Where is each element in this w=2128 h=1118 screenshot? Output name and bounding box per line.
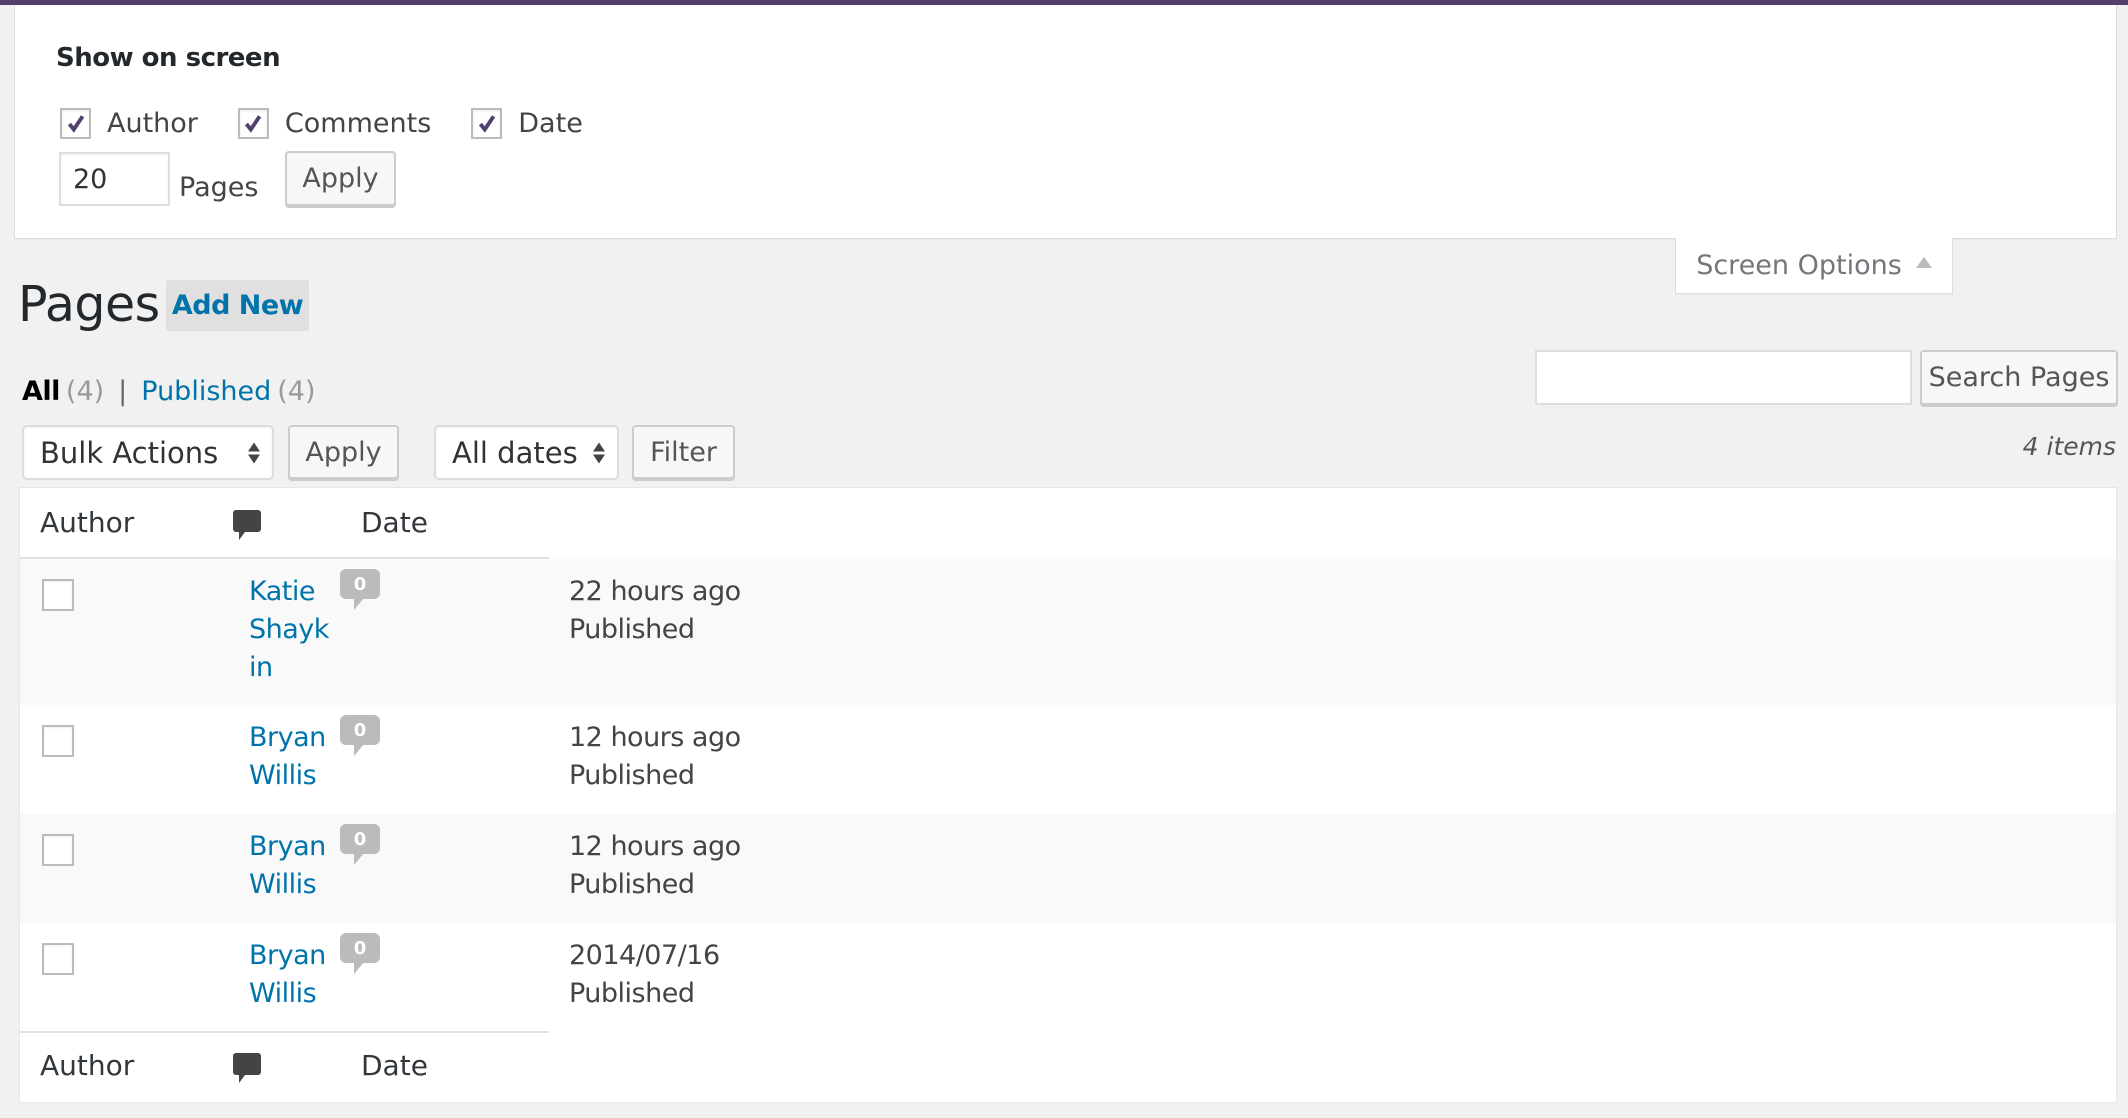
author-checkbox[interactable] — [60, 108, 91, 139]
pages-per-page-input[interactable] — [59, 152, 170, 206]
row-checkbox[interactable] — [42, 834, 74, 866]
pages-table: Author Date Katie Shaykin 0 22 hours ago… — [19, 487, 2117, 1102]
column-header-date[interactable]: Date — [361, 506, 428, 539]
column-footer-author[interactable]: Author — [40, 1049, 134, 1082]
view-all-link[interactable]: All — [22, 376, 60, 407]
view-published-link[interactable]: Published — [141, 376, 271, 407]
comment-bubble-icon[interactable] — [233, 510, 261, 544]
date-cell: 2014/07/16 Published — [569, 937, 720, 1013]
table-row: Bryan Willis 0 12 hours ago Published — [20, 705, 2116, 814]
screen-options-panel: Show on screen Author Comments Date Page… — [14, 5, 2117, 239]
column-footer-date[interactable]: Date — [361, 1049, 428, 1082]
status-value: Published — [569, 760, 695, 791]
screen-options-tab-label: Screen Options — [1696, 250, 1902, 281]
show-on-screen-heading: Show on screen — [56, 43, 281, 73]
comments-checkbox[interactable] — [237, 108, 269, 139]
screen-options-tab[interactable]: Screen Options — [1675, 238, 1953, 294]
comment-count: 0 — [340, 569, 380, 599]
page-title: Pages — [18, 276, 160, 333]
comment-count-bubble[interactable]: 0 — [340, 569, 380, 614]
date-checkbox-label: Date — [518, 108, 583, 139]
date-value: 22 hours ago — [569, 576, 741, 607]
status-value: Published — [569, 869, 695, 900]
date-value: 12 hours ago — [569, 722, 741, 753]
table-header: Author Date — [20, 488, 2116, 559]
screen-options-apply-button[interactable]: Apply — [285, 151, 396, 206]
table-footer: Author Date — [20, 1031, 2116, 1102]
comment-bubble-icon[interactable] — [233, 1053, 261, 1087]
bulk-actions-select[interactable]: Bulk Actions — [22, 425, 274, 480]
table-row: Bryan Willis 0 2014/07/16 Published — [20, 923, 2116, 1031]
status-value: Published — [569, 614, 695, 645]
column-toggle-date[interactable]: Date — [471, 108, 583, 139]
column-toggle-comments[interactable]: Comments — [237, 108, 432, 139]
author-link[interactable]: Bryan Willis — [249, 719, 329, 795]
date-filter-select[interactable]: All dates — [434, 425, 619, 480]
column-toggles: Author Comments Date — [60, 108, 623, 139]
checkmark-icon — [245, 114, 262, 133]
view-separator: | — [118, 376, 128, 407]
select-arrows-icon — [248, 442, 260, 463]
view-filters: All (4) | Published (4) — [22, 376, 316, 407]
comments-checkbox-label: Comments — [284, 108, 432, 139]
checkmark-icon — [478, 114, 495, 133]
date-cell: 22 hours ago Published — [569, 573, 741, 649]
date-value: 12 hours ago — [569, 831, 741, 862]
search-pages-button[interactable]: Search Pages — [1920, 350, 2118, 405]
table-row: Katie Shaykin 0 22 hours ago Published — [20, 559, 2116, 705]
date-filter-selected: All dates — [452, 435, 578, 470]
view-all-count: (4) — [65, 376, 105, 407]
caret-up-icon — [1915, 257, 1932, 268]
status-value: Published — [569, 978, 695, 1009]
checkmark-icon — [67, 114, 84, 133]
column-toggle-author[interactable]: Author — [60, 108, 198, 139]
items-count: 4 items — [2022, 432, 2116, 461]
author-link[interactable]: Bryan Willis — [249, 937, 329, 1013]
footer-divider — [20, 1031, 549, 1033]
author-link[interactable]: Bryan Willis — [249, 828, 329, 904]
pages-per-page-label: Pages — [179, 172, 259, 203]
comment-count-bubble[interactable]: 0 — [340, 715, 380, 760]
author-checkbox-label: Author — [107, 108, 198, 139]
column-header-author[interactable]: Author — [40, 506, 134, 539]
date-cell: 12 hours ago Published — [569, 719, 741, 795]
search-pages-input[interactable] — [1535, 350, 1912, 405]
row-checkbox[interactable] — [42, 725, 74, 757]
filter-button[interactable]: Filter — [632, 425, 735, 479]
comment-count-bubble[interactable]: 0 — [340, 933, 380, 978]
author-link[interactable]: Katie Shaykin — [249, 573, 329, 687]
bulk-apply-button[interactable]: Apply — [288, 425, 399, 479]
comment-count: 0 — [340, 824, 380, 854]
date-cell: 12 hours ago Published — [569, 828, 741, 904]
comment-count: 0 — [340, 933, 380, 963]
comment-count: 0 — [340, 715, 380, 745]
select-arrows-icon — [593, 442, 605, 463]
row-checkbox[interactable] — [42, 943, 74, 975]
date-value: 2014/07/16 — [569, 940, 720, 971]
row-checkbox[interactable] — [42, 579, 74, 611]
bulk-actions-selected: Bulk Actions — [40, 435, 219, 470]
comment-count-bubble[interactable]: 0 — [340, 824, 380, 869]
view-published-count: (4) — [277, 376, 316, 407]
table-row: Bryan Willis 0 12 hours ago Published — [20, 814, 2116, 923]
date-checkbox[interactable] — [471, 108, 503, 139]
add-new-button[interactable]: Add New — [166, 280, 309, 331]
